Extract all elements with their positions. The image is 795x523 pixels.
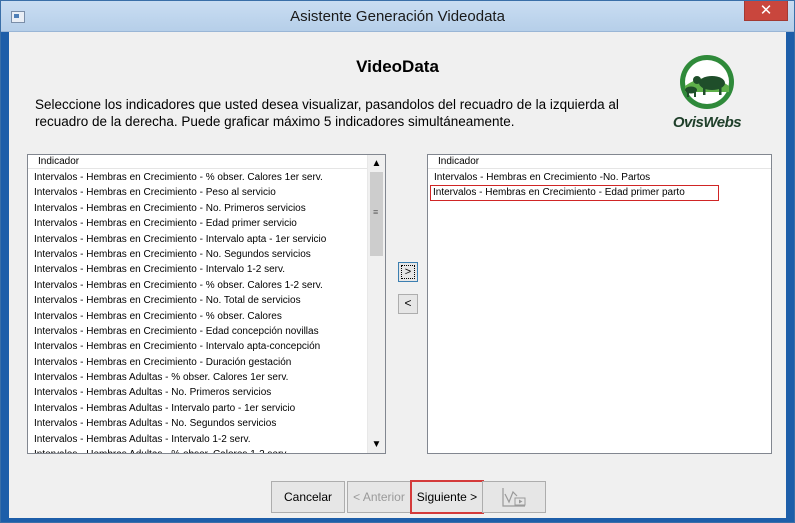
list-item[interactable]: Intervalos - Hembras Adultas - No. Prime… [28, 385, 385, 400]
list-item[interactable]: Intervalos - Hembras en Crecimiento - Ed… [28, 216, 385, 231]
wizard-window: Asistente Generación Videodata ✕ VideoDa… [0, 0, 795, 523]
ovisweb-logo: OvisWebs [665, 52, 749, 131]
list-item[interactable]: Intervalos - Hembras en Crecimiento - Du… [28, 355, 385, 370]
list-item[interactable]: Intervalos - Hembras en Crecimiento - No… [28, 293, 385, 308]
previous-button[interactable]: < Anterior [347, 481, 411, 513]
wizard-content: VideoData Seleccione los indicadores que… [9, 32, 786, 518]
selected-indicators-list[interactable]: Indicador Intervalos - Hembras en Crecim… [427, 154, 772, 454]
window-title: Asistente Generación Videodata [290, 8, 505, 25]
list-item[interactable]: Intervalos - Hembras en Crecimiento - % … [28, 278, 385, 293]
move-right-button[interactable]: > [398, 262, 418, 282]
list-item[interactable]: Intervalos - Hembras en Crecimiento - In… [28, 339, 385, 354]
left-list-header: Indicador [28, 155, 385, 169]
move-left-button[interactable]: < [398, 294, 418, 314]
list-item[interactable]: Intervalos - Hembras en Crecimiento - In… [28, 232, 385, 247]
chart-button[interactable] [482, 481, 546, 513]
grip-icon: ≡ [373, 207, 379, 217]
list-item[interactable]: Intervalos - Hembras Adultas - % obser. … [28, 447, 385, 453]
next-button[interactable]: Siguiente > [410, 480, 484, 514]
list-item[interactable]: Intervalos - Hembras en Crecimiento - In… [28, 262, 385, 277]
instructions-text: Seleccione los indicadores que usted des… [35, 97, 619, 129]
list-item[interactable]: Intervalos - Hembras en Crecimiento - % … [28, 170, 385, 185]
right-list-header: Indicador [428, 155, 771, 169]
title-bar: Asistente Generación Videodata ✕ [1, 1, 794, 32]
move-right-label: > [401, 265, 415, 279]
list-item[interactable]: Intervalos - Hembras en Crecimiento - No… [28, 247, 385, 262]
list-item[interactable]: Intervalos - Hembras en Crecimiento - Ed… [430, 185, 719, 201]
list-item[interactable]: Intervalos - Hembras Adultas - % obser. … [28, 370, 385, 385]
scroll-down-icon[interactable]: ▼ [368, 436, 385, 453]
left-list-scrollbar[interactable]: ▲ ≡ ▼ [367, 155, 385, 453]
available-indicators-list[interactable]: Indicador Intervalos - Hembras en Crecim… [27, 154, 386, 454]
list-item[interactable]: Intervalos - Hembras en Crecimiento -No.… [428, 170, 771, 185]
logo-text: OvisWebs [672, 114, 742, 131]
scroll-up-icon[interactable]: ▲ [368, 155, 385, 172]
list-item[interactable]: Intervalos - Hembras Adultas - No. Segun… [28, 416, 385, 431]
cancel-button[interactable]: Cancelar [271, 481, 345, 513]
sheep-logo-icon [680, 55, 734, 109]
list-item[interactable]: Intervalos - Hembras en Crecimiento - % … [28, 309, 385, 324]
list-item[interactable]: Intervalos - Hembras en Crecimiento - No… [28, 201, 385, 216]
list-item[interactable]: Intervalos - Hembras Adultas - Intervalo… [28, 401, 385, 416]
scroll-thumb[interactable]: ≡ [370, 172, 383, 256]
list-item[interactable]: Intervalos - Hembras Adultas - Intervalo… [28, 432, 385, 447]
list-item[interactable]: Intervalos - Hembras en Crecimiento - Ed… [28, 324, 385, 339]
list-item[interactable]: Intervalos - Hembras en Crecimiento - Pe… [28, 185, 385, 200]
chart-icon [502, 488, 526, 507]
close-button[interactable]: ✕ [744, 1, 788, 21]
